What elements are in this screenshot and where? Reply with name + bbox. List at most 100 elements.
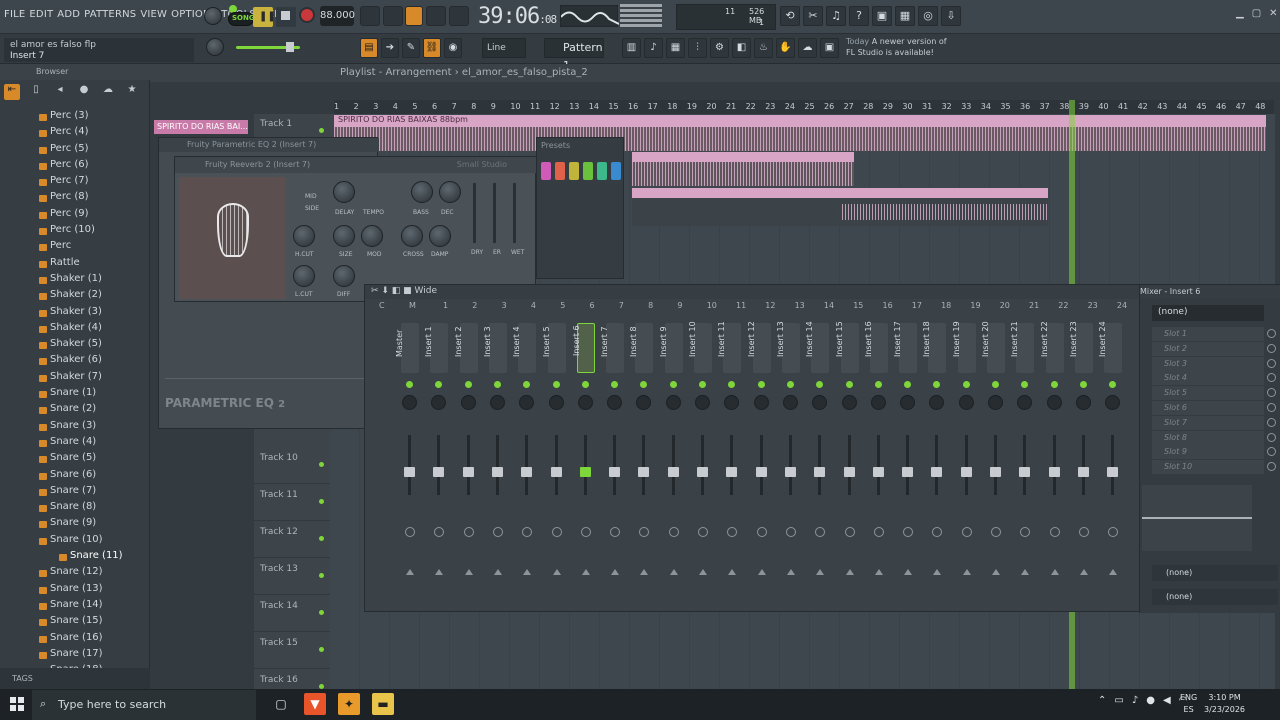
strip-fader-track[interactable] — [408, 435, 411, 495]
mixer-strip[interactable]: Master — [395, 317, 423, 607]
audio-clip-3-header[interactable] — [632, 188, 1048, 198]
strip-send-knob[interactable] — [815, 527, 826, 537]
strip-route-arrow-icon[interactable] — [904, 569, 913, 575]
step-edit-button[interactable] — [426, 6, 446, 26]
strip-send-knob[interactable] — [727, 527, 738, 537]
mixer-strip[interactable]: Insert 3 — [483, 317, 511, 607]
help-icon[interactable]: ? — [849, 6, 869, 26]
strip-route-arrow-icon[interactable] — [611, 569, 620, 575]
strip-pan-knob[interactable] — [1017, 395, 1033, 410]
audio-clip-label[interactable]: SPIRITO DO RIAS BAIXAS 88bpm — [334, 115, 1266, 127]
strip-send-knob[interactable] — [405, 527, 415, 537]
browser-item[interactable]: Perc — [0, 240, 150, 256]
mixer-strip[interactable]: Insert 16 — [864, 317, 892, 607]
export-icon[interactable]: ▦ — [895, 6, 915, 26]
strip-send-knob[interactable] — [610, 527, 621, 537]
strip-name-plate[interactable]: Insert 24 — [1098, 321, 1123, 373]
strip-send-knob[interactable] — [551, 527, 562, 537]
strip-name-plate[interactable]: Insert 13 — [776, 321, 800, 373]
strip-fader-track[interactable] — [730, 435, 734, 495]
mixer-strip[interactable]: Insert 11 — [717, 317, 745, 607]
mixer-strip[interactable]: Insert 4 — [512, 317, 540, 607]
chat-icon[interactable]: ◎ — [918, 6, 938, 26]
mixer-strip[interactable]: Insert 19 — [952, 317, 980, 607]
strip-fader-handle[interactable] — [491, 467, 503, 477]
preset-swatch-1[interactable] — [541, 162, 551, 180]
strip-name-plate[interactable]: Insert 5 — [542, 323, 566, 373]
fx-slot[interactable]: Slot 10 — [1152, 460, 1276, 475]
strip-fader-handle[interactable] — [990, 467, 1001, 477]
strip-pan-knob[interactable] — [841, 395, 857, 410]
metronome-button[interactable] — [360, 6, 380, 26]
strip-enable-led[interactable] — [992, 381, 999, 388]
strip-pan-knob[interactable] — [988, 395, 1003, 410]
strip-enable-led[interactable] — [1109, 381, 1117, 388]
fx-slot[interactable]: Slot 7 — [1152, 415, 1276, 430]
browser-item[interactable]: Perc (7) — [0, 175, 150, 191]
mixer-strip[interactable]: Insert 22 — [1040, 317, 1068, 607]
strip-route-arrow-icon[interactable] — [1109, 569, 1118, 575]
strip-name-plate[interactable]: Insert 12 — [747, 321, 771, 373]
strip-name-plate[interactable]: Insert 10 — [688, 321, 712, 373]
brave-browser-icon[interactable]: ▼ — [304, 693, 326, 715]
strip-enable-led[interactable] — [699, 381, 706, 388]
fx-slot[interactable]: Slot 3 — [1152, 356, 1276, 371]
strip-fader-track[interactable] — [525, 435, 529, 495]
browser-item[interactable]: Snare (15) — [0, 615, 150, 631]
strip-name-plate[interactable]: Insert 6 — [572, 323, 595, 373]
strip-send-knob[interactable] — [1049, 527, 1060, 537]
strip-name-plate[interactable]: Insert 20 — [981, 321, 1005, 373]
strip-fader-track[interactable] — [788, 435, 792, 495]
strip-fader-track[interactable] — [466, 435, 470, 495]
strip-route-arrow-icon[interactable] — [640, 569, 649, 575]
strip-route-arrow-icon[interactable] — [1050, 569, 1059, 575]
strip-enable-led[interactable] — [669, 381, 677, 388]
strip-enable-led[interactable] — [845, 381, 853, 388]
strip-name-plate[interactable]: Insert 4 — [512, 323, 537, 373]
mod-knob[interactable] — [361, 225, 383, 247]
strip-enable-led[interactable] — [1079, 381, 1087, 388]
strip-fader-track[interactable] — [642, 435, 646, 495]
strip-enable-led[interactable] — [904, 381, 912, 388]
strip-route-arrow-icon[interactable] — [669, 569, 678, 575]
strip-enable-led[interactable] — [874, 381, 882, 388]
strip-route-arrow-icon[interactable] — [728, 569, 737, 575]
strip-fader-handle[interactable] — [1077, 467, 1089, 477]
touch-keyboard-icon[interactable]: ✋ — [776, 38, 795, 58]
strip-fader-track[interactable] — [437, 435, 441, 495]
strip-route-arrow-icon[interactable] — [786, 569, 795, 575]
strip-fader-track[interactable] — [1023, 435, 1027, 495]
strip-pan-knob[interactable] — [577, 395, 593, 410]
playlist-snap-icon[interactable]: ▤ — [360, 38, 378, 58]
browser-collapse-icon[interactable]: ⇤ — [4, 84, 20, 100]
strip-pan-knob[interactable] — [548, 395, 564, 410]
reverb-preset[interactable]: Small Studio — [457, 160, 507, 169]
strip-fader-track[interactable] — [583, 435, 587, 495]
fx-slot-toggle[interactable] — [1267, 329, 1276, 338]
strip-name-plate[interactable]: Insert 16 — [864, 321, 888, 373]
mixer-window-icon[interactable]: ⫶ — [688, 38, 707, 58]
mixer-strip[interactable]: Insert 20 — [981, 317, 1009, 607]
browser-speaker-icon[interactable]: ◂ — [52, 84, 68, 100]
mixer-strip[interactable]: Insert 24 — [1098, 317, 1126, 607]
snap-selector[interactable]: Line — [482, 38, 526, 58]
track-header[interactable]: Track 12 — [254, 522, 330, 558]
strip-enable-led[interactable] — [581, 381, 589, 388]
strip-send-knob[interactable] — [844, 527, 855, 537]
plugin-database-icon[interactable]: ⚙ — [710, 38, 729, 58]
strip-fader-handle[interactable] — [814, 467, 826, 477]
strip-fader-track[interactable] — [935, 435, 939, 495]
strip-name-plate[interactable]: Insert 9 — [659, 323, 683, 373]
strip-send-knob[interactable] — [580, 527, 591, 537]
strip-pan-knob[interactable] — [636, 395, 652, 410]
browser-item[interactable]: Perc (8) — [0, 191, 150, 207]
play-button[interactable]: ❚❚ — [253, 7, 276, 27]
mic-icon[interactable]: ♫ — [826, 6, 846, 26]
mixer-strip[interactable]: Insert 10 — [688, 317, 716, 607]
browser-item[interactable]: Snare (8) — [0, 501, 150, 517]
reverb-mode-side[interactable]: SIDE — [305, 205, 319, 212]
strip-route-arrow-icon[interactable] — [874, 569, 883, 575]
strip-pan-knob[interactable] — [782, 395, 798, 410]
browser-item[interactable]: Shaker (3) — [0, 306, 150, 322]
piano-roll-icon[interactable]: ♪ — [644, 38, 663, 58]
